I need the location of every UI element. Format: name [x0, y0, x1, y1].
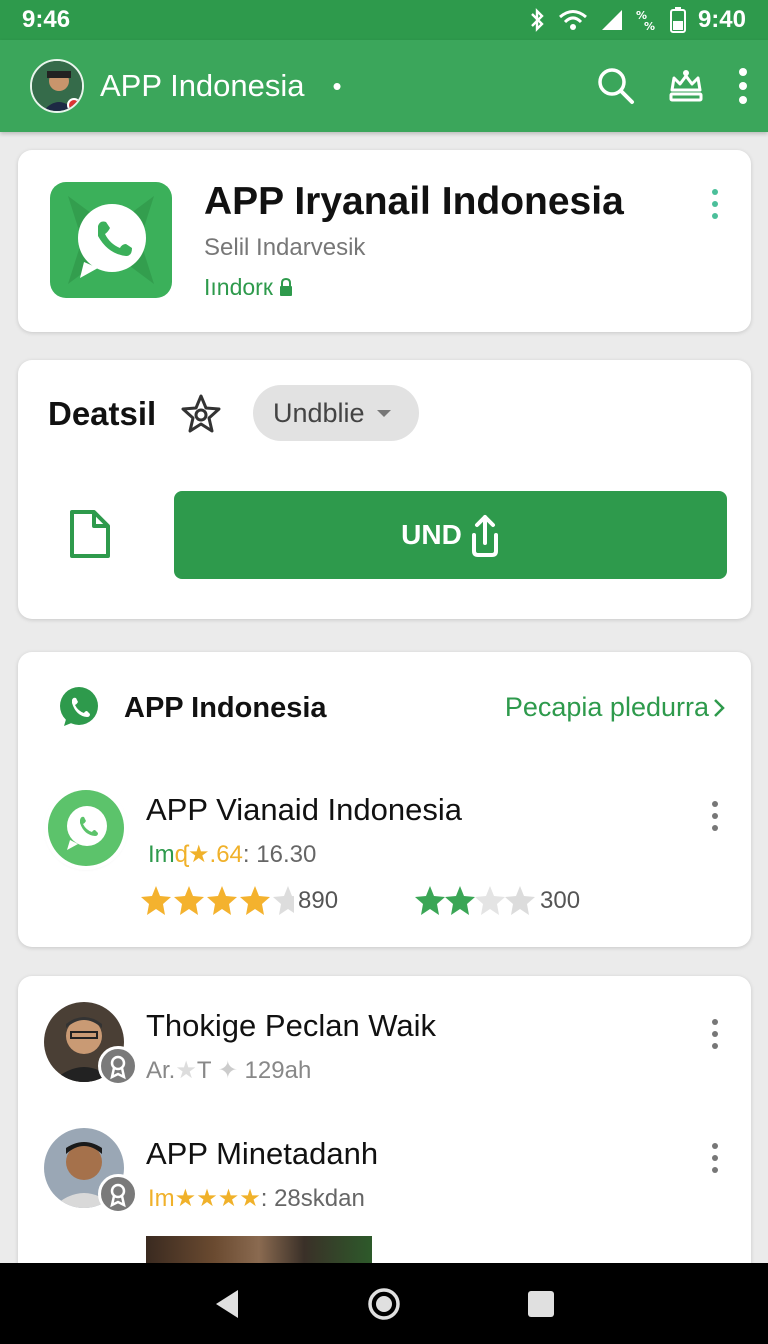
details-title: Deatsil — [48, 395, 157, 432]
rating-b-count: 300 — [540, 887, 581, 914]
avatar-image — [32, 61, 82, 111]
review-more-icon[interactable] — [710, 1142, 720, 1174]
reviewer-meta: Ar.★T ✦ 129ah — [146, 1056, 311, 1085]
reviewer-meta-b: T — [196, 1057, 212, 1084]
share-icon — [471, 515, 498, 557]
reviewer-meta-a: Ar. — [146, 1057, 176, 1084]
svg-text:%: % — [644, 20, 655, 32]
data-icon: %% — [636, 9, 655, 32]
app-title: APP Iryanail Indonesia — [204, 180, 624, 223]
home-nav-icon[interactable] — [366, 1286, 402, 1322]
chevron-down-icon — [376, 409, 391, 417]
app-tag-label: Iındorк — [204, 274, 273, 300]
back-nav-icon[interactable] — [212, 1288, 242, 1320]
whatsapp-icon — [60, 687, 98, 726]
list-item-meta: Imᶑ★.64: 16.30 — [148, 840, 316, 869]
rating-b: 300 — [414, 884, 580, 918]
star-outline-icon[interactable] — [180, 393, 222, 435]
reviewer-badge-icon — [98, 1046, 138, 1086]
reviewer-name[interactable]: Thokige Peclan Waik — [146, 1008, 436, 1044]
reviews-card: Thokige Peclan Waik Ar.★T ✦ 129ah APP Mi… — [18, 976, 751, 1276]
system-nav-bar — [0, 1263, 768, 1344]
meta-prefix: Im — [148, 841, 175, 868]
reviewer-meta-stars: ★★★★ — [174, 1185, 261, 1212]
review-more-icon[interactable] — [710, 1018, 720, 1050]
chat-bubble-icon — [68, 196, 154, 284]
sparkle-icon: ✦ — [217, 1057, 238, 1084]
list-item-more-icon[interactable] — [710, 800, 720, 832]
details-card: Deatsil Undblie UND — [18, 360, 751, 619]
meta-rating: ᶑ★.64 — [174, 841, 243, 868]
star-rating-b — [415, 886, 535, 915]
star-rating-a — [141, 886, 294, 915]
app-bar: APP Indonesia • — [0, 40, 768, 132]
star-icon: ★ — [175, 1057, 197, 1084]
app-tag: Iındorк — [204, 274, 293, 301]
dropdown-select[interactable]: Undblie — [253, 385, 419, 441]
account-avatar[interactable] — [30, 59, 84, 113]
card-more-icon[interactable] — [710, 188, 720, 220]
app-header-card: APP Iryanail Indonesia Selil Indarvesik … — [18, 150, 751, 332]
chevron-right-icon — [714, 698, 725, 717]
document-icon[interactable] — [66, 508, 114, 560]
crown-icon[interactable] — [666, 66, 706, 106]
review-image-thumbnail[interactable] — [146, 1236, 372, 1266]
und-button-label: UND — [401, 519, 462, 550]
signal-icon — [601, 10, 622, 30]
app-bar-actions — [596, 66, 750, 106]
und-button[interactable]: UND — [174, 491, 727, 579]
reviewer-meta-value: : 28skdan — [260, 1185, 365, 1212]
lock-icon — [280, 277, 293, 296]
app-list-card: APP Indonesia Pecapia pledurra APP Viana… — [18, 652, 751, 947]
app-list-title: APP Indonesia — [124, 692, 327, 724]
status-time-left: 9:46 — [22, 6, 71, 33]
app-bar-title: APP Indonesia — [100, 68, 305, 103]
list-item-title[interactable]: APP Vianaid Indonesia — [146, 792, 462, 828]
wifi-icon — [558, 10, 587, 30]
reviewer-meta-prefix: Im — [148, 1185, 175, 1212]
reviewer-badge-icon — [98, 1174, 138, 1214]
app-bar-dot: • — [332, 70, 342, 101]
status-time-right: 9:40 — [697, 6, 746, 33]
battery-icon — [669, 7, 686, 33]
dropdown-value: Undblie — [273, 397, 365, 428]
app-subtitle: Selil Indarvesik — [204, 234, 366, 261]
app-icon — [50, 182, 172, 298]
search-icon[interactable] — [596, 66, 636, 106]
see-more-link[interactable]: Pecapia pledurra — [505, 692, 725, 723]
reviewer-name[interactable]: APP Minetadanh — [146, 1136, 378, 1172]
bluetooth-icon — [531, 8, 544, 32]
rating-a: 890 — [140, 884, 338, 918]
status-bar: 9:46 %% 9:40 — [0, 0, 768, 40]
more-vert-icon[interactable] — [736, 66, 750, 106]
reviewer-meta: Im★★★★: 28skdan — [148, 1184, 365, 1213]
see-more-label: Pecapia pledurra — [504, 692, 709, 722]
meta-value: : 16.30 — [242, 841, 317, 868]
chat-bubble-icon — [67, 806, 107, 850]
rating-a-count: 890 — [298, 887, 339, 914]
recents-nav-icon[interactable] — [526, 1289, 556, 1319]
list-item-app-icon — [48, 790, 124, 866]
status-icons: %% 9:40 — [528, 6, 746, 34]
reviewer-meta-c: 129ah — [244, 1057, 312, 1084]
